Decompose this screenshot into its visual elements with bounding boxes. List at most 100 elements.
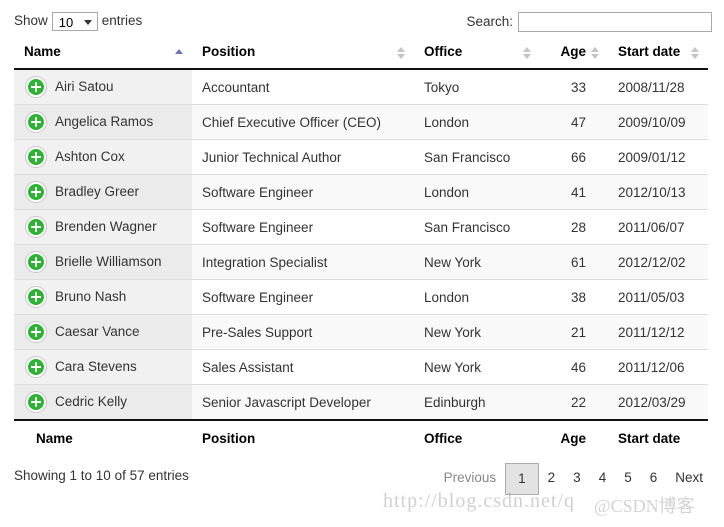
pagination-previous[interactable]: Previous	[435, 465, 506, 491]
name-text: Cara Stevens	[55, 359, 137, 374]
cell-name: Brielle Williamson	[14, 244, 192, 280]
length-label-post: entries	[101, 13, 143, 29]
plus-circle-icon[interactable]	[26, 217, 46, 237]
name-cell: Cara Stevens	[22, 357, 182, 377]
cell-position: Senior Javascript Developer	[192, 384, 414, 420]
pagination-page-1[interactable]: 1	[505, 463, 539, 495]
plus-circle-icon[interactable]	[26, 322, 46, 342]
name-text: Airi Satou	[55, 79, 114, 94]
cell-office: Tokyo	[414, 68, 540, 105]
cell-start-date: 2009/10/09	[608, 104, 708, 140]
cell-age: 33	[540, 68, 608, 105]
column-header-age-label: Age	[560, 44, 586, 59]
sort-both-icon	[397, 46, 406, 60]
pagination-page-4[interactable]: 4	[590, 465, 616, 491]
table-row[interactable]: Airi Satou Accountant Tokyo 33 2008/11/28	[14, 68, 708, 105]
table-info: Showing 1 to 10 of 57 entries	[14, 468, 189, 483]
cell-position: Software Engineer	[192, 174, 414, 210]
pagination-next[interactable]: Next	[666, 465, 712, 491]
name-cell: Bradley Greer	[22, 182, 182, 202]
cell-position: Software Engineer	[192, 279, 414, 315]
cell-position: Accountant	[192, 68, 414, 105]
cell-start-date: 2012/10/13	[608, 174, 708, 210]
plus-circle-icon[interactable]	[26, 112, 46, 132]
plus-circle-icon[interactable]	[26, 392, 46, 412]
plus-circle-icon[interactable]	[26, 252, 46, 272]
table-row[interactable]: Cedric Kelly Senior Javascript Developer E…	[14, 384, 708, 420]
name-cell: Bruno Nash	[22, 287, 182, 307]
table-row[interactable]: Bradley Greer Software Engineer London 41 20…	[14, 174, 708, 210]
plus-circle-icon[interactable]	[26, 287, 46, 307]
entries-per-page-value: 10	[58, 15, 74, 30]
cell-age: 46	[540, 349, 608, 385]
name-text: Cedric Kelly	[55, 394, 128, 409]
cell-age: 61	[540, 244, 608, 280]
entries-per-page-select[interactable]: 10	[51, 12, 98, 31]
cell-office: New York	[414, 314, 540, 350]
cell-name: Ashton Cox	[14, 139, 192, 175]
table-row[interactable]: Brielle Williamson Integration Specialist…	[14, 244, 708, 280]
cell-name: Angelica Ramos	[14, 104, 192, 140]
column-header-age[interactable]: Age	[540, 38, 608, 70]
cell-position: Integration Specialist	[192, 244, 414, 280]
pagination-page-2[interactable]: 2	[539, 465, 565, 491]
pagination-page-6[interactable]: 6	[641, 465, 667, 491]
footer-header-position: Position	[192, 419, 414, 452]
cell-age: 21	[540, 314, 608, 350]
table-row[interactable]: Bruno Nash Software Engineer London 38 2011/…	[14, 279, 708, 315]
plus-circle-icon[interactable]	[26, 77, 46, 97]
column-header-name[interactable]: Name	[14, 38, 192, 70]
cell-start-date: 2011/06/07	[608, 209, 708, 245]
pagination-page-5[interactable]: 5	[615, 465, 641, 491]
cell-age: 38	[540, 279, 608, 315]
name-cell: Angelica Ramos	[22, 112, 182, 132]
name-cell: Cedric Kelly	[22, 392, 182, 412]
cell-position: Junior Technical Author	[192, 139, 414, 175]
column-header-position[interactable]: Position	[192, 38, 414, 70]
column-header-position-label: Position	[202, 44, 256, 59]
datatable-top-controls: Show 10 entries Search:	[0, 0, 724, 38]
footer-header-name: Name	[14, 419, 192, 452]
pagination-page-3[interactable]: 3	[564, 465, 590, 491]
cell-position: Software Engineer	[192, 209, 414, 245]
column-header-office-label: Office	[424, 44, 463, 59]
cell-name: Cedric Kelly	[14, 384, 192, 420]
cell-office: London	[414, 279, 540, 315]
cell-start-date: 2011/12/06	[608, 349, 708, 385]
name-text: Brenden Wagner	[55, 219, 157, 234]
column-header-office[interactable]: Office	[414, 38, 540, 70]
plus-circle-icon[interactable]	[26, 357, 46, 377]
search-input[interactable]	[518, 12, 712, 32]
cell-office: New York	[414, 349, 540, 385]
column-header-start-date[interactable]: Start date	[608, 38, 708, 70]
cell-name: Bradley Greer	[14, 174, 192, 210]
cell-office: New York	[414, 244, 540, 280]
name-cell: Brielle Williamson	[22, 252, 182, 272]
plus-circle-icon[interactable]	[26, 182, 46, 202]
cell-position: Chief Executive Officer (CEO)	[192, 104, 414, 140]
length-control: Show 10 entries	[14, 12, 142, 31]
search-control: Search:	[466, 12, 712, 32]
datatable-wrapper: Show 10 entries Search: Name Position Of…	[0, 0, 724, 527]
employees-table: Name Position Office Age Start date Airi…	[14, 38, 708, 452]
cell-name: Caesar Vance	[14, 314, 192, 350]
pagination: Previous 1 2 3 4 5 6 Next	[435, 462, 712, 495]
name-cell: Ashton Cox	[22, 147, 182, 167]
search-label: Search:	[466, 13, 513, 29]
plus-circle-icon[interactable]	[26, 147, 46, 167]
cell-office: San Francisco	[414, 209, 540, 245]
table-footer-row: Name Position Office Age Start date	[14, 419, 708, 452]
table-row[interactable]: Angelica Ramos Chief Executive Officer (C…	[14, 104, 708, 140]
sort-both-icon	[691, 46, 700, 60]
cell-office: London	[414, 174, 540, 210]
cell-age: 47	[540, 104, 608, 140]
table-row[interactable]: Caesar Vance Pre-Sales Support New York 21 2…	[14, 314, 708, 350]
name-cell: Airi Satou	[22, 77, 182, 97]
table-row[interactable]: Cara Stevens Sales Assistant New York 46 201…	[14, 349, 708, 385]
column-header-name-label: Name	[24, 44, 61, 59]
table-foot: Name Position Office Age Start date	[14, 419, 708, 452]
table-row[interactable]: Ashton Cox Junior Technical Author San Fra…	[14, 139, 708, 175]
table-row[interactable]: Brenden Wagner Software Engineer San Franc…	[14, 209, 708, 245]
cell-position: Sales Assistant	[192, 349, 414, 385]
cell-name: Brenden Wagner	[14, 209, 192, 245]
